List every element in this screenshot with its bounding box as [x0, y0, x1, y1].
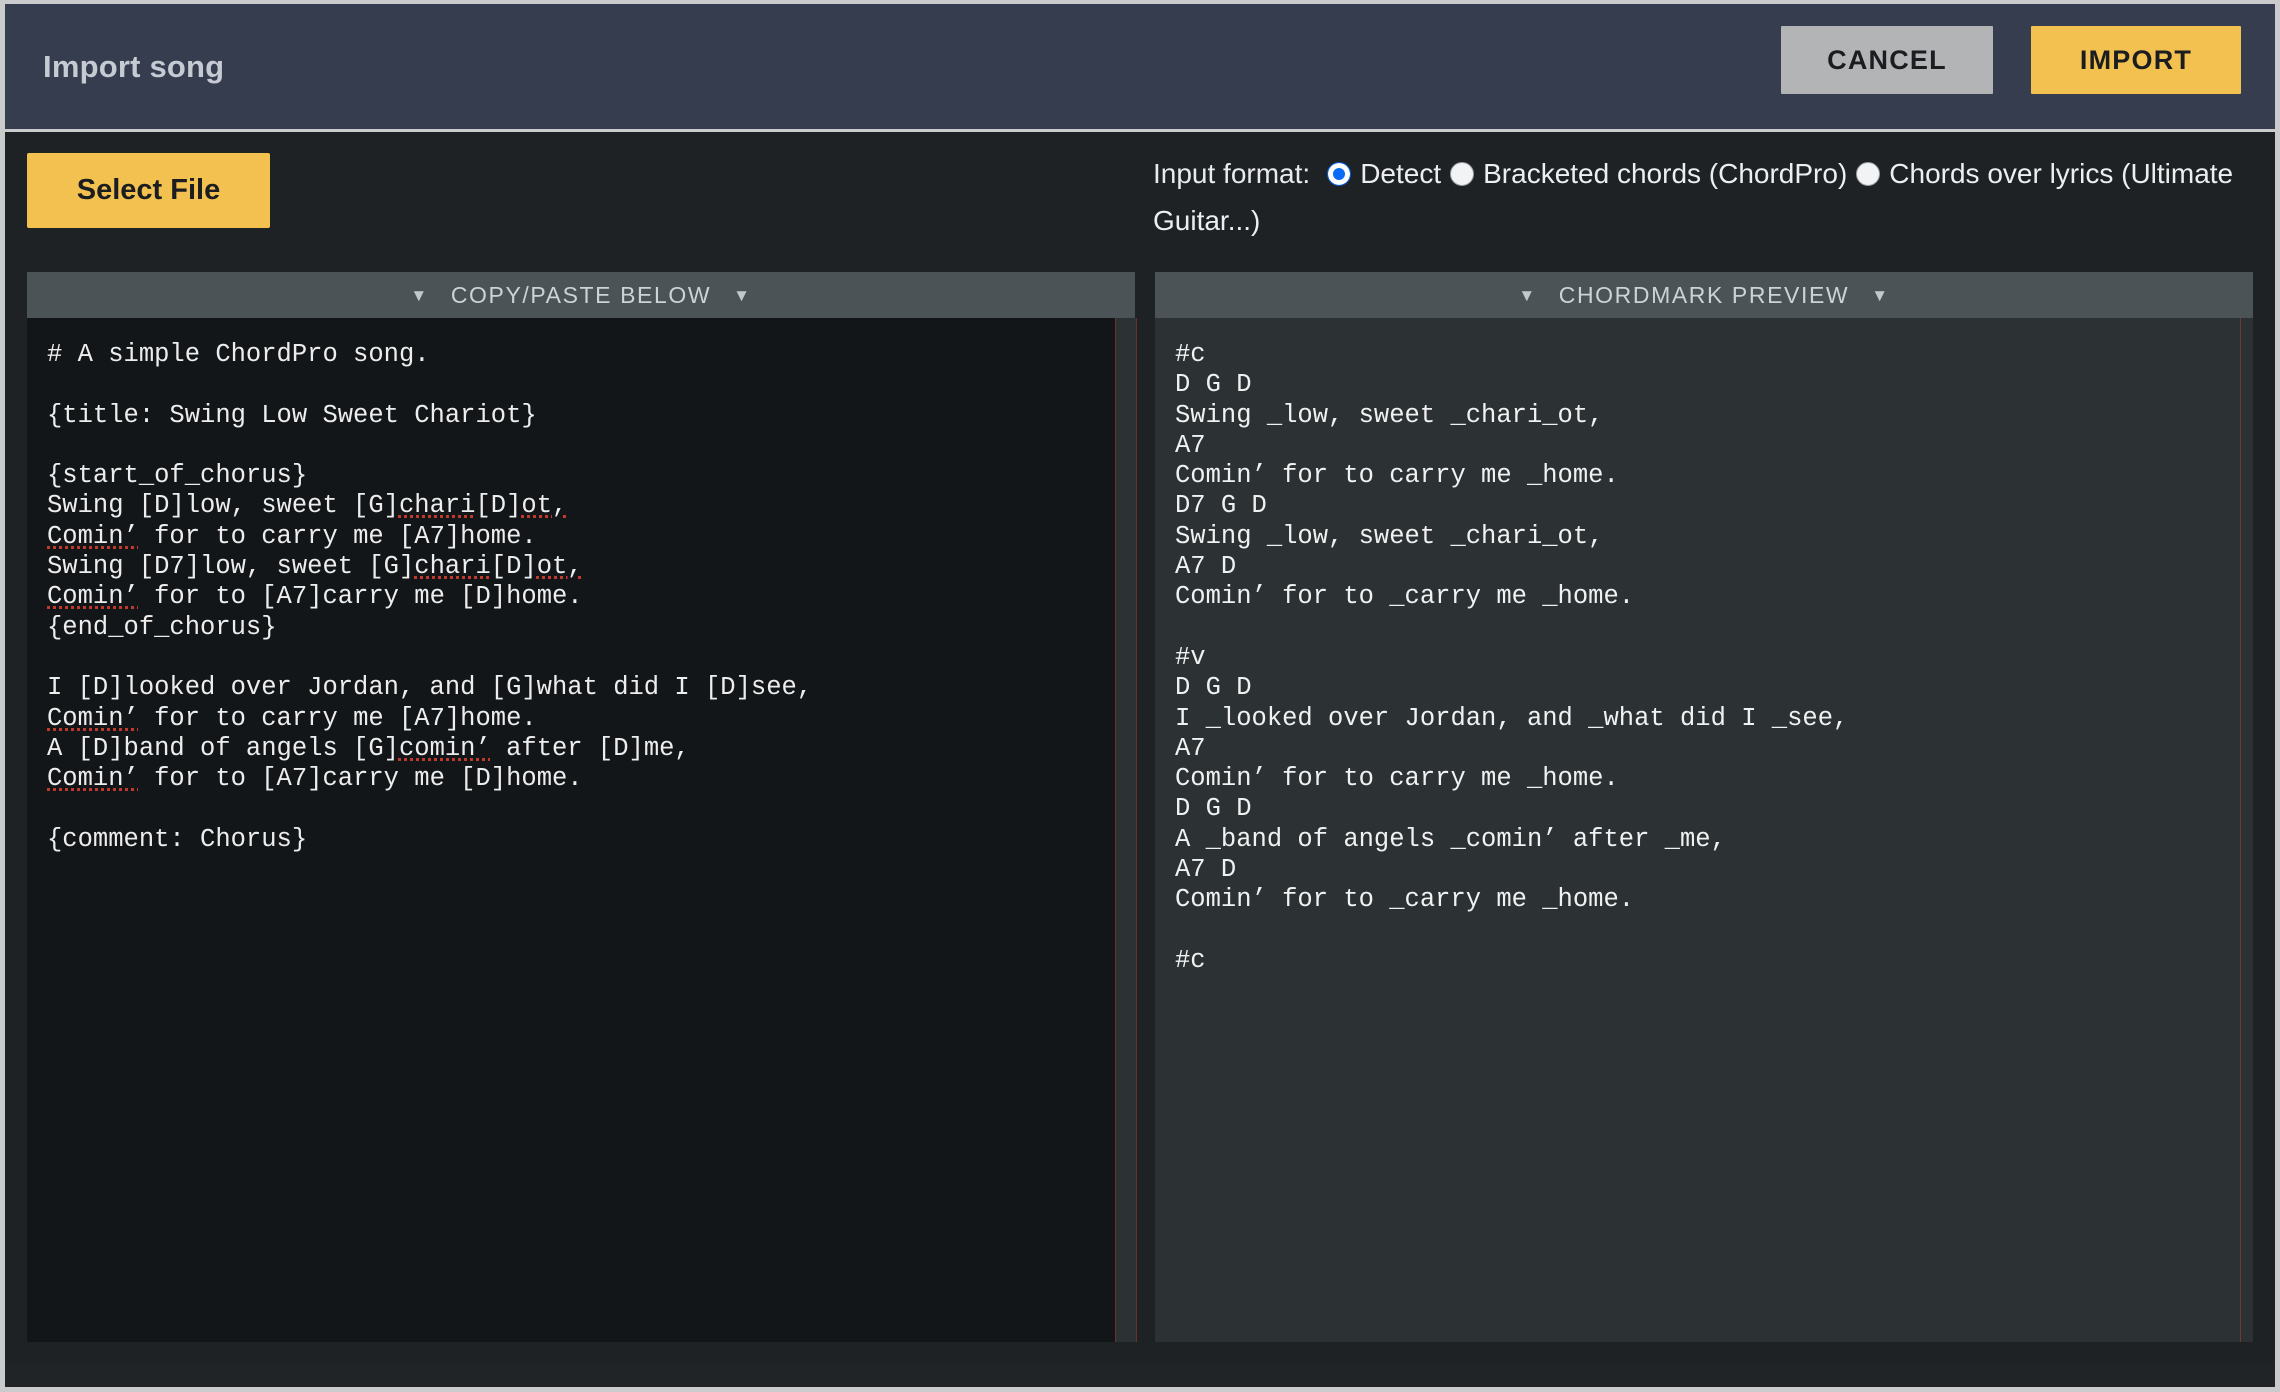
radio-icon-chords-over-lyrics[interactable] — [1856, 162, 1881, 186]
spellcheck-underline: chari — [414, 552, 491, 582]
header-actions: CANCEL IMPORT — [1781, 26, 2241, 94]
spellcheck-underline: ot, — [521, 491, 568, 521]
chevron-down-icon-right: ▼ — [1871, 285, 1890, 305]
spellcheck-underline: ot, — [536, 552, 583, 582]
spellcheck-underline: Comin’ — [47, 703, 139, 733]
chordmark-preview-output: #c D G D Swing _low, sweet _chari_ot, A7… — [1155, 318, 2253, 1342]
spellcheck-underline: Comin’ — [47, 582, 139, 612]
radio-icon-bracketed-chords[interactable] — [1450, 162, 1475, 186]
spellcheck-underline: comin’ — [398, 733, 491, 763]
column-guide-line — [2240, 318, 2241, 1342]
preview-panel: ▼ CHORDMARK PREVIEW ▼ #c D G D Swing _lo… — [1155, 272, 2253, 1372]
controls-row: Select File Input format: Detect Bracketed… — [5, 132, 2275, 272]
editor-panel-title: COPY/PASTE BELOW — [450, 281, 712, 308]
spellcheck-underline: Comin’ — [47, 764, 139, 794]
import-song-dialog: Import song CANCEL IMPORT Select File In… — [0, 0, 2280, 1392]
chevron-down-icon-left: ▼ — [1518, 285, 1537, 305]
radio-label-bracketed-chords: Bracketed chords (ChordPro) — [1483, 158, 1848, 189]
panel-resize-handle[interactable] — [1115, 318, 1137, 1342]
preview-panel-title: CHORDMARK PREVIEW — [1558, 281, 1850, 308]
select-file-button[interactable]: Select File — [27, 153, 270, 228]
preview-panel-header[interactable]: ▼ CHORDMARK PREVIEW ▼ — [1155, 272, 2253, 318]
spellcheck-underline: chari — [398, 491, 476, 521]
panels-container: ▼ COPY/PASTE BELOW ▼ # A simple ChordPro… — [5, 272, 2275, 1372]
radio-option-bracketed-chords[interactable]: Bracketed chords (ChordPro) — [1441, 158, 1847, 189]
cancel-button[interactable]: CANCEL — [1781, 26, 1993, 94]
source-textarea[interactable]: # A simple ChordPro song. {title: Swing … — [27, 318, 1135, 1342]
import-button[interactable]: IMPORT — [2031, 26, 2241, 94]
editor-panel-header[interactable]: ▼ COPY/PASTE BELOW ▼ — [27, 272, 1135, 318]
radio-option-detect[interactable]: Detect — [1318, 158, 1441, 189]
spellcheck-underline: Comin’ — [47, 521, 139, 551]
page-title: Import song — [43, 48, 225, 84]
dialog-header: Import song CANCEL IMPORT — [5, 4, 2275, 132]
radio-label-detect: Detect — [1360, 158, 1442, 189]
editor-panel: ▼ COPY/PASTE BELOW ▼ # A simple ChordPro… — [27, 272, 1135, 1372]
chevron-down-icon-right: ▼ — [733, 285, 752, 305]
window-footer — [5, 1363, 2275, 1387]
input-format-label: Input format: — [1153, 158, 1311, 189]
chevron-down-icon-left: ▼ — [410, 285, 429, 305]
input-format-radio-group: Input format: Detect Bracketed chords (Cho… — [1153, 150, 2263, 244]
radio-icon-detect[interactable] — [1327, 162, 1352, 186]
